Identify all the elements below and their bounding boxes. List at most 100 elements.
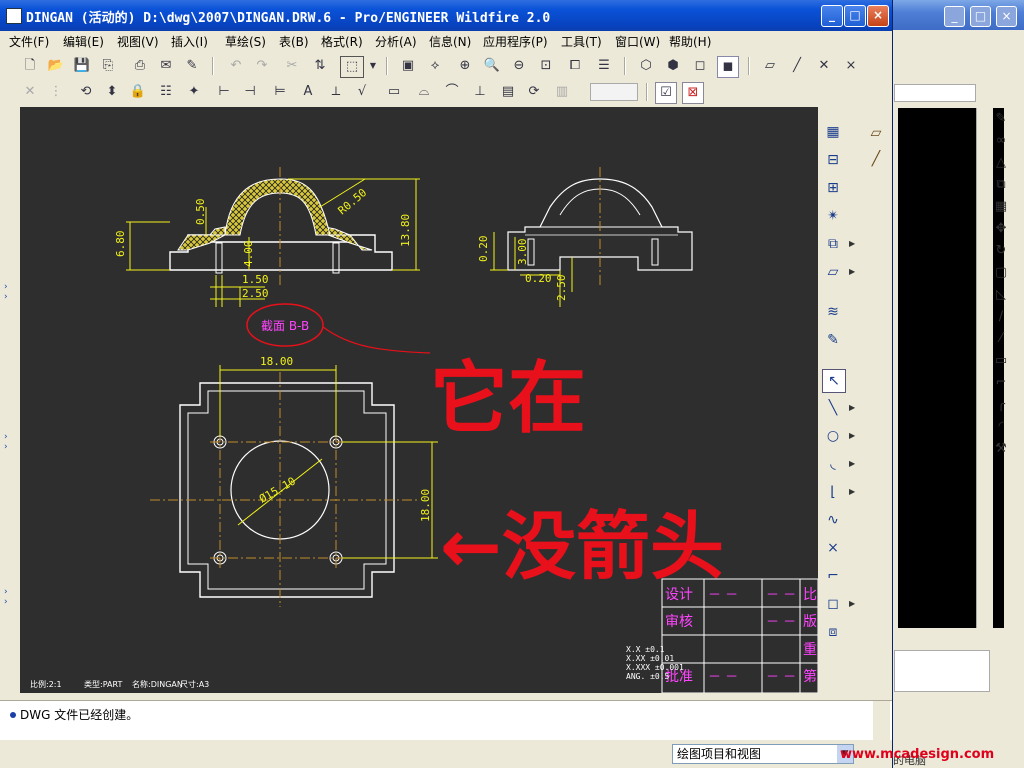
- regenerate-icon[interactable]: ⇅: [310, 56, 330, 76]
- switch-sheet-icon[interactable]: ⟲: [76, 82, 96, 102]
- wireframe-icon[interactable]: ⬡: [636, 56, 656, 76]
- show-annotations-icon[interactable]: ✴: [822, 205, 844, 227]
- axis-tool-icon[interactable]: ⊥: [470, 82, 490, 102]
- bg-tool-triangle-icon[interactable]: △: [990, 153, 1012, 173]
- insert-view-icon[interactable]: ▦: [822, 121, 844, 143]
- move-view-icon[interactable]: ⬍: [102, 82, 122, 102]
- bg-minimize-button[interactable]: _: [944, 6, 965, 27]
- coordinate-system-icon[interactable]: ⨯: [841, 56, 861, 76]
- dimension-icon[interactable]: ⊢: [214, 82, 234, 102]
- delete-icon[interactable]: ✕: [20, 82, 40, 102]
- datum-plane-icon[interactable]: ▱: [760, 56, 780, 76]
- message-scrollbar[interactable]: [873, 701, 890, 741]
- menu-edit[interactable]: 编辑(E): [63, 33, 104, 50]
- edit-chain-icon[interactable]: ✎: [822, 329, 844, 351]
- bg-close-button[interactable]: ×: [996, 6, 1017, 27]
- note-icon[interactable]: A: [298, 82, 318, 102]
- general-view-icon[interactable]: ⊟: [822, 149, 844, 171]
- projection-view-icon[interactable]: ⊞: [822, 177, 844, 199]
- bg-tool-grid-icon[interactable]: ▦: [990, 197, 1012, 217]
- offset-icon[interactable]: ⌐: [822, 565, 844, 587]
- point-icon[interactable]: ×: [822, 537, 844, 559]
- minimize-button[interactable]: _: [821, 5, 843, 27]
- highlight-icon[interactable]: ✦: [184, 82, 204, 102]
- menu-insert[interactable]: 插入(I): [171, 33, 208, 50]
- menu-format[interactable]: 格式(R): [321, 33, 363, 50]
- table-props-icon[interactable]: ▥: [552, 82, 572, 102]
- menu-window[interactable]: 窗口(W): [615, 33, 660, 50]
- table-icon[interactable]: ▤: [498, 82, 518, 102]
- selection-filter-select[interactable]: 绘图项目和视图 ▼: [672, 744, 854, 764]
- menu-applications[interactable]: 应用程序(P): [483, 33, 548, 50]
- select-box-icon[interactable]: ⬚: [340, 56, 364, 78]
- open-folder-icon[interactable]: 📂: [46, 56, 66, 76]
- print-icon[interactable]: ⎙: [130, 56, 150, 76]
- accept-icon[interactable]: ☑: [655, 82, 677, 104]
- email-icon[interactable]: ✉: [156, 56, 176, 76]
- table-list-icon[interactable]: ☷: [156, 82, 176, 102]
- menu-sketch[interactable]: 草绘(S): [225, 33, 266, 50]
- balloon-icon[interactable]: ⌓: [414, 82, 434, 102]
- new-file-icon[interactable]: 🗋: [20, 56, 40, 76]
- bg-combobox[interactable]: [894, 84, 976, 102]
- bg-tool-move-icon[interactable]: ✥: [990, 219, 1012, 239]
- menu-help[interactable]: 帮助(H): [669, 33, 711, 50]
- repaint-icon[interactable]: ▣: [398, 56, 418, 76]
- plane-icon[interactable]: ▱: [866, 125, 886, 145]
- bg-tool-slash-icon[interactable]: ∕: [990, 307, 1012, 327]
- chain-icon[interactable]: ≋: [822, 301, 844, 323]
- zoom-window-icon[interactable]: ⊕: [455, 56, 475, 76]
- pointer-icon[interactable]: ↖: [822, 369, 846, 393]
- orient-icon[interactable]: ⟡: [425, 56, 445, 76]
- menu-tools[interactable]: 工具(T): [561, 33, 602, 50]
- no-hidden-icon[interactable]: ◻: [690, 56, 710, 76]
- arc-icon[interactable]: ◟: [822, 453, 844, 475]
- layers-icon[interactable]: ☰: [594, 56, 614, 76]
- save-icon[interactable]: 💾: [72, 56, 92, 76]
- menu-analysis[interactable]: 分析(A): [375, 33, 417, 50]
- fillet-icon[interactable]: ⌊: [822, 481, 844, 503]
- node-icon[interactable]: ⋮: [46, 82, 66, 102]
- select-dropdown-icon[interactable]: ▼: [368, 56, 378, 76]
- bg-tool-ruler-icon[interactable]: ◺: [990, 285, 1012, 305]
- datum-point-icon[interactable]: ✕: [814, 56, 834, 76]
- bg-tool-square-icon[interactable]: ▢: [990, 263, 1012, 283]
- menu-table[interactable]: 表(B): [279, 33, 309, 50]
- undo-icon[interactable]: ↶: [226, 56, 246, 76]
- detail-view-icon[interactable]: ⧉: [822, 233, 844, 255]
- repeat-region-icon[interactable]: ⟳: [524, 82, 544, 102]
- datum-axis-icon[interactable]: ╱: [787, 56, 807, 76]
- drawing-canvas[interactable]: 6.80 0.50 R0.50 13.80 4.00 1.50 2.50 0.2…: [20, 107, 818, 693]
- hidden-line-icon[interactable]: ⬢: [663, 56, 683, 76]
- zoom-in-icon[interactable]: 🔍: [482, 56, 502, 76]
- cut-icon[interactable]: ✂: [282, 56, 302, 76]
- zoom-out-icon[interactable]: ⊖: [509, 56, 529, 76]
- bg-tool-pencil-icon[interactable]: ✎: [990, 109, 1012, 129]
- save-copy-icon[interactable]: ⎘: [98, 56, 118, 76]
- ref-dim-icon[interactable]: ⊨: [270, 82, 290, 102]
- circle-icon[interactable]: ○: [822, 425, 844, 447]
- line-icon[interactable]: ╲: [822, 397, 844, 419]
- bg-tool-fillet-icon[interactable]: ╭: [990, 395, 1012, 415]
- redo-icon[interactable]: ↷: [252, 56, 272, 76]
- gtol-icon[interactable]: ⟂: [326, 82, 346, 102]
- spline-icon[interactable]: ∿: [822, 509, 844, 531]
- symbol-icon[interactable]: ⌒: [442, 82, 462, 102]
- bg-tool-stack-icon[interactable]: ⧉: [990, 175, 1012, 195]
- maximize-button[interactable]: □: [844, 5, 866, 27]
- bg-tool-dash-slash-icon[interactable]: ⁄: [990, 329, 1012, 349]
- shading-icon[interactable]: ◼: [717, 56, 739, 78]
- menu-info[interactable]: 信息(N): [429, 33, 471, 50]
- sheet-dropdown[interactable]: [590, 83, 638, 101]
- datum-tag-icon[interactable]: ▭: [384, 82, 404, 102]
- axis-icon[interactable]: ╱: [866, 151, 886, 171]
- edit-pencil-icon[interactable]: ✎: [182, 56, 202, 76]
- bg-tool-arc-icon[interactable]: ◜: [990, 417, 1012, 437]
- trim-icon[interactable]: ⧈: [822, 621, 844, 643]
- menu-view[interactable]: 视图(V): [117, 33, 159, 50]
- ordinate-dim-icon[interactable]: ⊣: [240, 82, 260, 102]
- view-manager-icon[interactable]: ⧠: [565, 56, 585, 76]
- surface-view-icon[interactable]: ▱: [822, 261, 844, 283]
- surface-finish-icon[interactable]: √: [352, 82, 372, 102]
- refit-icon[interactable]: ⊡: [536, 56, 556, 76]
